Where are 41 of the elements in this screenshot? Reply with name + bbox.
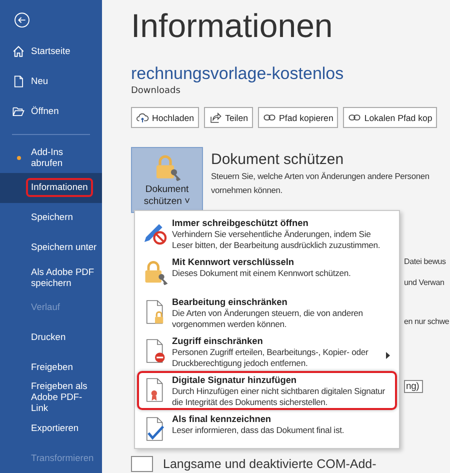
action-button[interactable]: Teilen xyxy=(204,107,254,128)
menu-item[interactable]: Immer schreibgeschützt öffnen Verhindern Sie versehentliche Änderungen, indem Sie Leser bitten, der Bearbeitung ausdrücklich zuzustimmen. xyxy=(137,214,397,253)
menu-item[interactable]: Als final kennzeichnen Leser informieren, dass das Dokument final ist. xyxy=(137,410,397,445)
sidebar-item[interactable]: Informationen xyxy=(0,172,102,203)
sidebar-item[interactable]: Add-Ins abrufen xyxy=(0,142,102,173)
menu-item[interactable]: Mit Kennwort verschlüsseln Dieses Dokument mit einem Kennwort schützen. xyxy=(137,253,397,288)
section-description: vornehmen können. xyxy=(211,184,284,196)
file-location: Downloads xyxy=(131,86,182,96)
action-button[interactable]: Pfad kopieren xyxy=(258,107,338,128)
share-icon xyxy=(209,111,222,124)
sidebar-item[interactable]: Startseite xyxy=(0,36,102,66)
partial-text: Datei bewus xyxy=(404,257,446,266)
page-icon xyxy=(12,74,25,88)
partial-text: en nur schwe xyxy=(404,317,450,326)
submenu-arrow-icon xyxy=(386,352,390,359)
file-name: rechnungsvorlage-kostenlos xyxy=(131,64,345,84)
action-button[interactable]: Lokalen Pfad kop xyxy=(343,107,438,128)
protect-document-button[interactable]: Dokument schützen ˅ xyxy=(131,147,203,213)
section-heading: Langsame und deaktivierte COM-Add- xyxy=(163,456,376,472)
menu-item[interactable]: Zugriff einschränken Personen Zugriff erteilen, Bearbeitungs-, Kopier- oder Druckberechtigung jedoch entfernen. xyxy=(137,332,397,371)
sidebar-item[interactable]: Speichern unter xyxy=(0,232,102,263)
folder-icon xyxy=(12,104,25,118)
notification-dot xyxy=(16,156,20,160)
page-title: Informationen xyxy=(131,6,334,46)
sidebar-item[interactable]: Drucken xyxy=(0,322,102,353)
menu-item[interactable]: Bearbeitung einschränken Die Arten von Änderungen steuern, die von anderen vorgenommen werden können. xyxy=(137,293,397,332)
partial-text: und Verwan xyxy=(404,278,444,287)
sidebar-item[interactable]: Als Adobe PDF speichern xyxy=(0,262,102,293)
sidebar-item[interactable]: Speichern xyxy=(0,202,102,233)
menu-item[interactable]: Digitale Signatur hinzufügen Durch Hinzufügen einer nicht sichtbaren digitalen Signatur die Integrität des Dokuments sicherstellen. xyxy=(137,371,397,410)
sidebar-item[interactable]: Freigeben xyxy=(0,352,102,383)
section-description: Steuern Sie, welche Arten von Änderungen andere Personen xyxy=(211,170,430,182)
action-button[interactable]: Hochladen xyxy=(131,107,200,128)
home-icon xyxy=(12,44,25,58)
partial-field: ng) xyxy=(404,380,424,393)
sidebar-item[interactable]: Öffnen xyxy=(0,96,102,126)
sidebar-item[interactable]: Neu xyxy=(0,66,102,96)
section-heading: Dokument schützen xyxy=(211,151,345,168)
sidebar-item[interactable]: Freigeben als Adobe PDF-Link xyxy=(0,382,102,413)
sidebar-item[interactable]: Exportieren xyxy=(0,413,102,443)
cloud-upload-icon xyxy=(136,111,149,124)
